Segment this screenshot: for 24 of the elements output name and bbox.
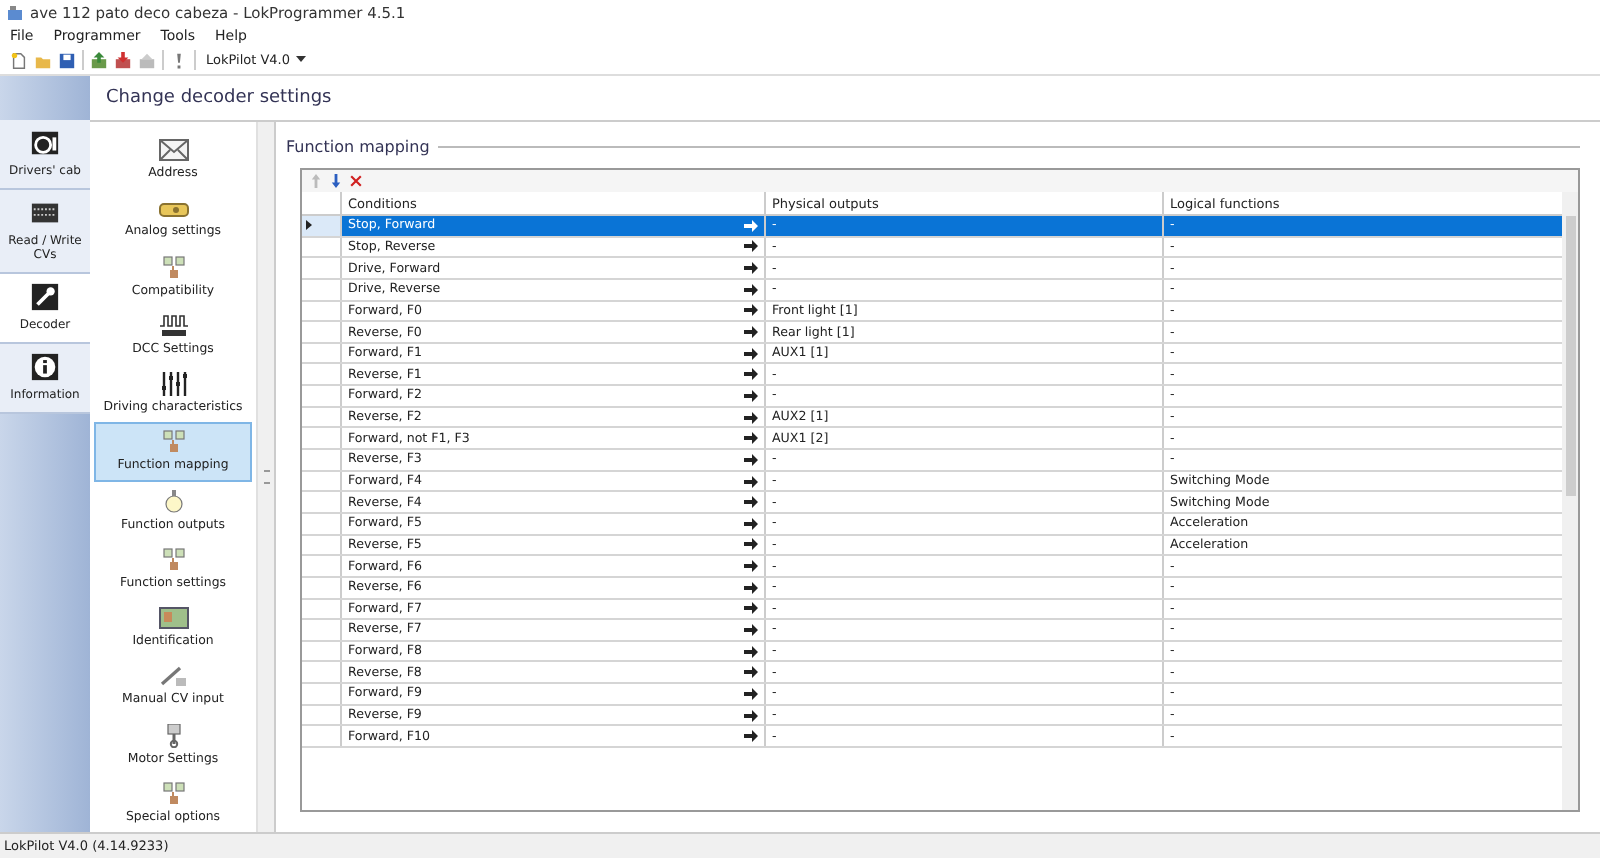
group-title: Function mapping bbox=[286, 137, 430, 155]
keys-hand-icon bbox=[157, 781, 189, 806]
info-icon bbox=[30, 352, 60, 382]
download-icon[interactable] bbox=[114, 51, 132, 69]
keys-hand-icon bbox=[157, 547, 189, 572]
keys-hand-icon bbox=[157, 430, 189, 455]
caret-icon bbox=[296, 56, 307, 64]
page-header: Change decoder settings bbox=[90, 76, 1600, 122]
delete-icon[interactable] bbox=[350, 174, 362, 188]
id-card-icon bbox=[157, 606, 189, 631]
scrollbar[interactable] bbox=[256, 122, 274, 832]
save-icon[interactable] bbox=[58, 51, 76, 69]
keys-hand-icon bbox=[157, 255, 189, 280]
upload-icon[interactable] bbox=[90, 51, 108, 69]
envelope-icon bbox=[157, 138, 189, 163]
move-down-icon[interactable] bbox=[330, 174, 342, 188]
scrollbar[interactable] bbox=[1562, 192, 1578, 810]
chip-icon bbox=[30, 198, 60, 228]
gauge-icon bbox=[30, 128, 60, 158]
row-pointer-icon bbox=[306, 220, 312, 231]
new-file-icon[interactable] bbox=[10, 51, 28, 69]
app-icon bbox=[6, 3, 24, 21]
signal-wave-icon bbox=[157, 313, 189, 338]
sliders-icon bbox=[157, 372, 189, 397]
